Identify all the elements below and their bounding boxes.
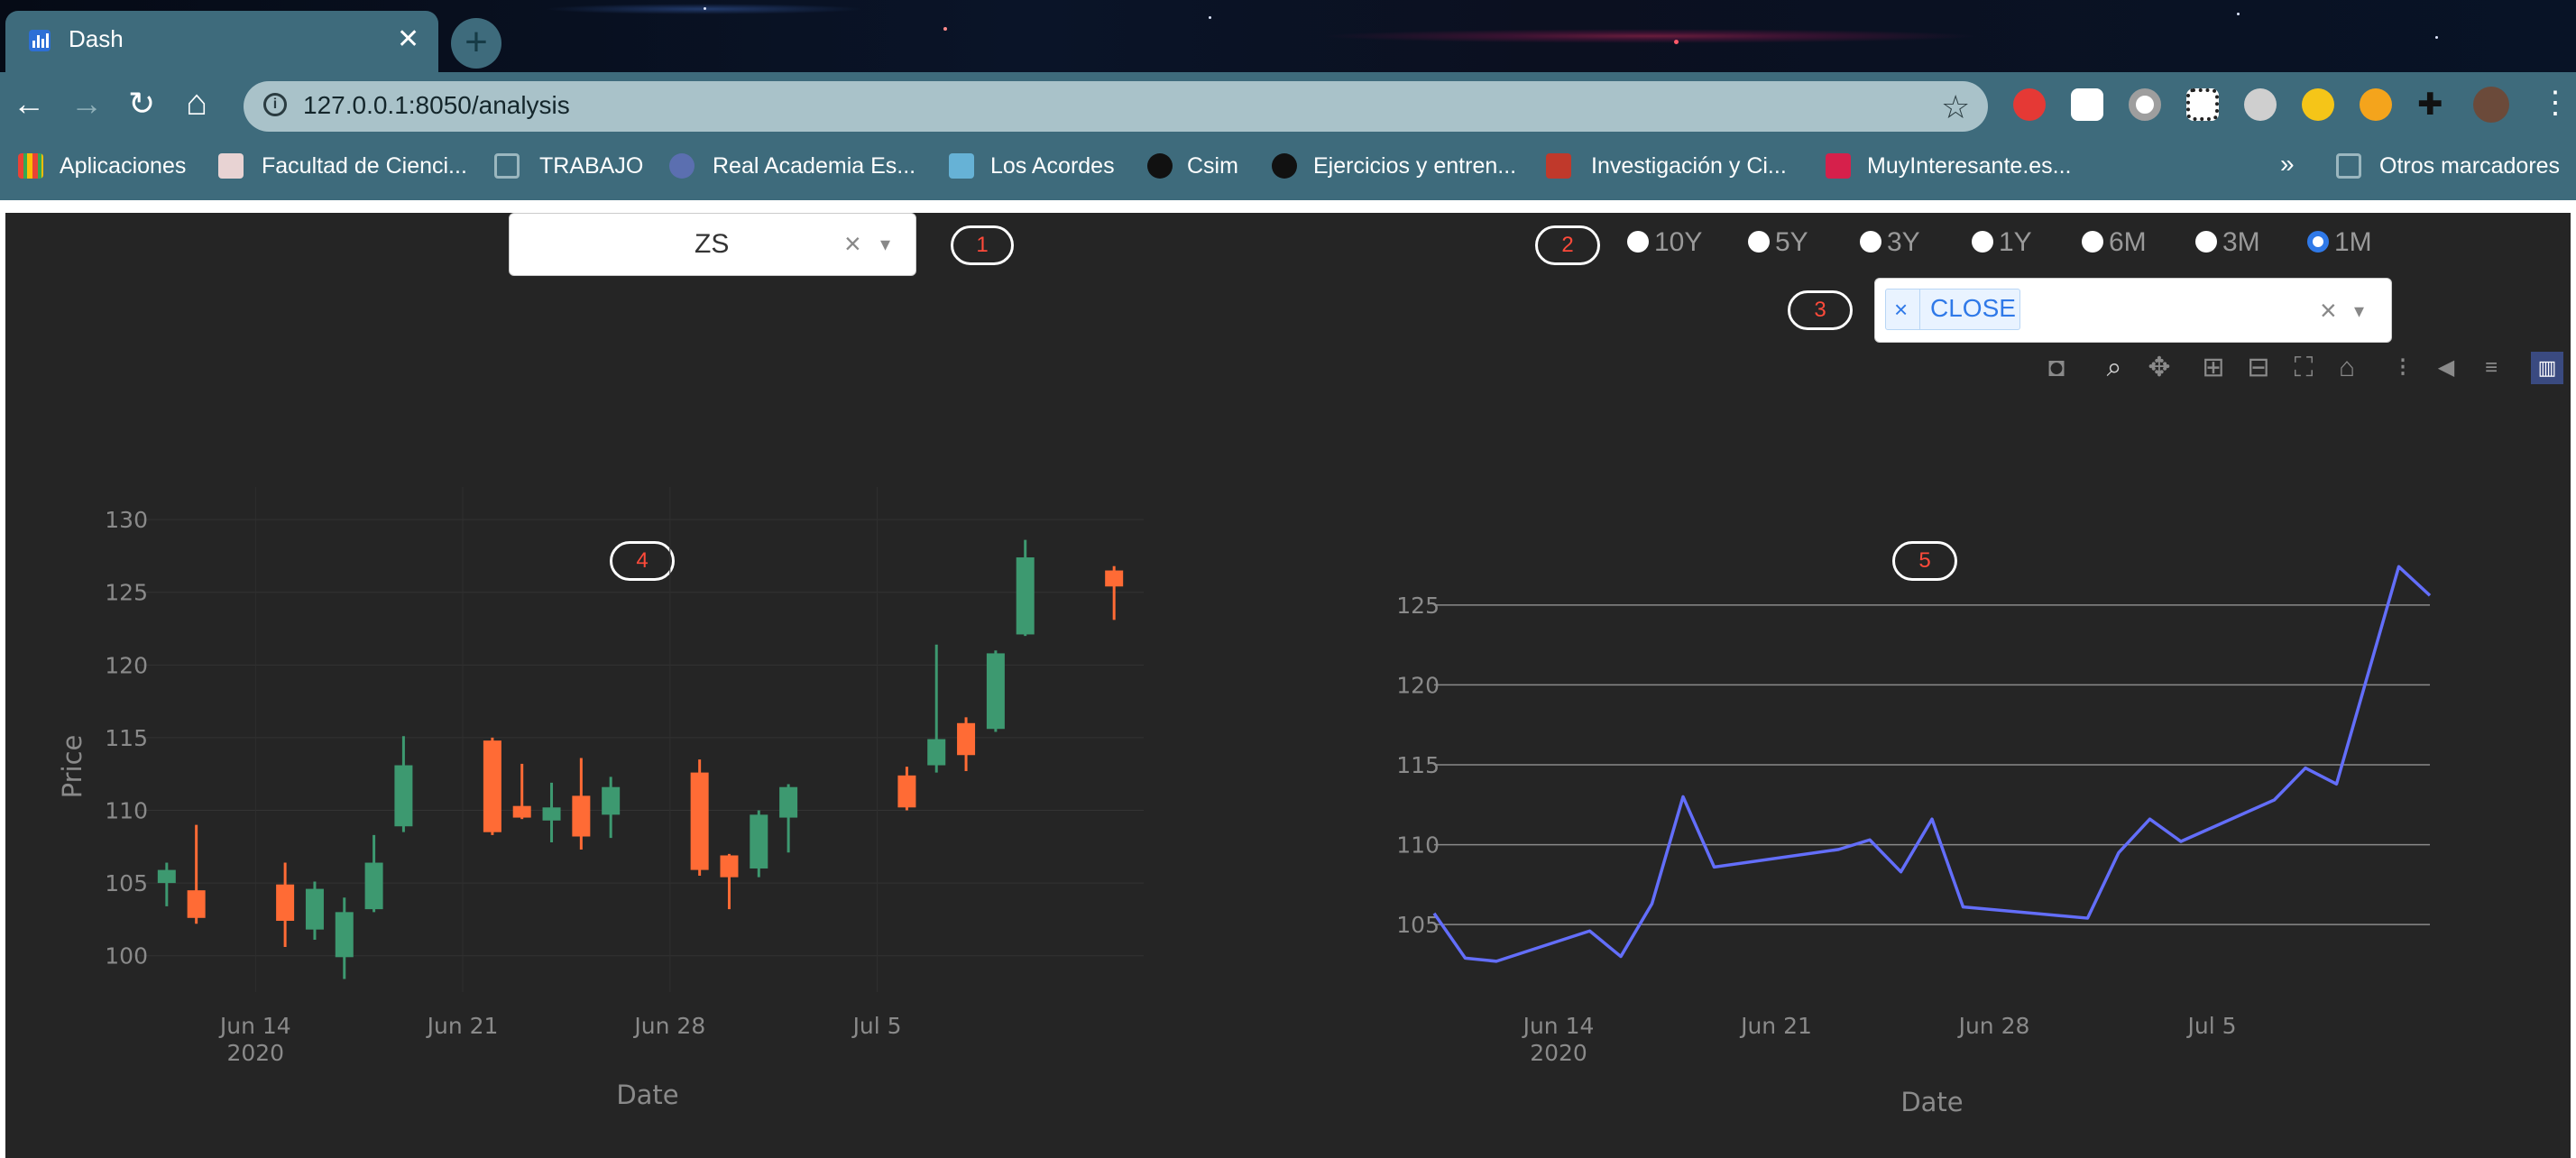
candle-body	[750, 814, 768, 868]
candlestick-chart: 100105110115120125130Jun 142020Jun 21 Jun…	[57, 487, 2432, 1117]
candle-body	[187, 890, 206, 918]
candle-body	[1016, 557, 1035, 635]
candle-body	[957, 722, 976, 756]
y-tick-label: 105	[105, 870, 148, 896]
y-tick-label: 115	[105, 725, 148, 751]
y-tick-label: 115	[1396, 752, 1440, 778]
x-tick-label: Jun 14	[1522, 1013, 1595, 1039]
x-tick-label: Jun 21	[1739, 1013, 1812, 1039]
x-tick-label: Jun 14	[218, 1013, 291, 1039]
candle-body	[927, 739, 946, 766]
x-axis-title: Date	[1900, 1087, 1963, 1117]
candle-body	[276, 884, 295, 922]
y-tick-label: 125	[1396, 593, 1440, 619]
candle-body	[602, 786, 621, 815]
x-tick-label: Jul 5	[2185, 1013, 2236, 1039]
candle-body	[364, 862, 383, 910]
candle-body	[394, 765, 413, 827]
x-tick-label: Jun 28	[1957, 1013, 2030, 1039]
y-tick-label: 120	[105, 652, 148, 678]
y-tick-label: 110	[105, 798, 148, 824]
x-tick-label: Jun 28	[632, 1013, 705, 1039]
y-tick-label: 130	[105, 507, 148, 533]
candle-body	[720, 855, 739, 878]
candle-body	[572, 795, 591, 837]
y-tick-label: 120	[1396, 672, 1440, 698]
x-tick-label: 2020	[1530, 1040, 1587, 1066]
x-tick-label: Jul 5	[851, 1013, 902, 1039]
candle-body	[305, 888, 324, 930]
candle-body	[483, 740, 501, 832]
close-price-line	[1432, 565, 2432, 963]
candle-body	[512, 805, 531, 818]
candle-body	[986, 653, 1005, 730]
x-axis-title: Date	[616, 1080, 678, 1110]
y-tick-label: 125	[105, 580, 148, 606]
candle-body	[690, 772, 709, 870]
candle-body	[542, 807, 561, 821]
y-tick-label: 105	[1396, 912, 1440, 938]
candle-body	[897, 775, 916, 808]
candle-body	[779, 786, 798, 818]
x-tick-label: 2020	[226, 1040, 284, 1066]
y-tick-label: 110	[1396, 832, 1440, 859]
candle-body	[1105, 570, 1124, 587]
x-tick-label: Jun 21	[426, 1013, 499, 1039]
candle-body	[157, 869, 176, 884]
y-tick-label: 100	[105, 943, 148, 970]
candle-body	[335, 912, 354, 958]
y-axis-title: Price	[57, 735, 87, 799]
